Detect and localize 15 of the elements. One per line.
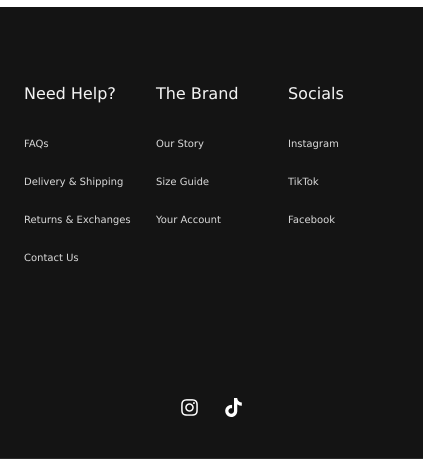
footer-link[interactable]: Your Account [156, 214, 221, 228]
footer-link[interactable]: Contact Us [24, 252, 79, 266]
footer-link[interactable]: Our Story [156, 138, 204, 152]
instagram-icon[interactable] [180, 397, 200, 417]
footer-link[interactable]: Facebook [288, 214, 335, 228]
footer-link[interactable]: Instagram [288, 138, 339, 152]
footer-link[interactable]: Size Guide [156, 176, 210, 190]
footer-link[interactable]: TikTok [288, 176, 319, 190]
footer-link[interactable]: Returns & Exchanges [24, 214, 131, 228]
column-heading: The Brand [156, 83, 238, 105]
footer-link[interactable]: FAQs [24, 138, 49, 152]
tiktok-icon[interactable] [224, 397, 244, 417]
column-heading: Need Help? [24, 83, 116, 105]
column-heading: Socials [288, 83, 344, 105]
footer-link[interactable]: Delivery & Shipping [24, 176, 124, 190]
